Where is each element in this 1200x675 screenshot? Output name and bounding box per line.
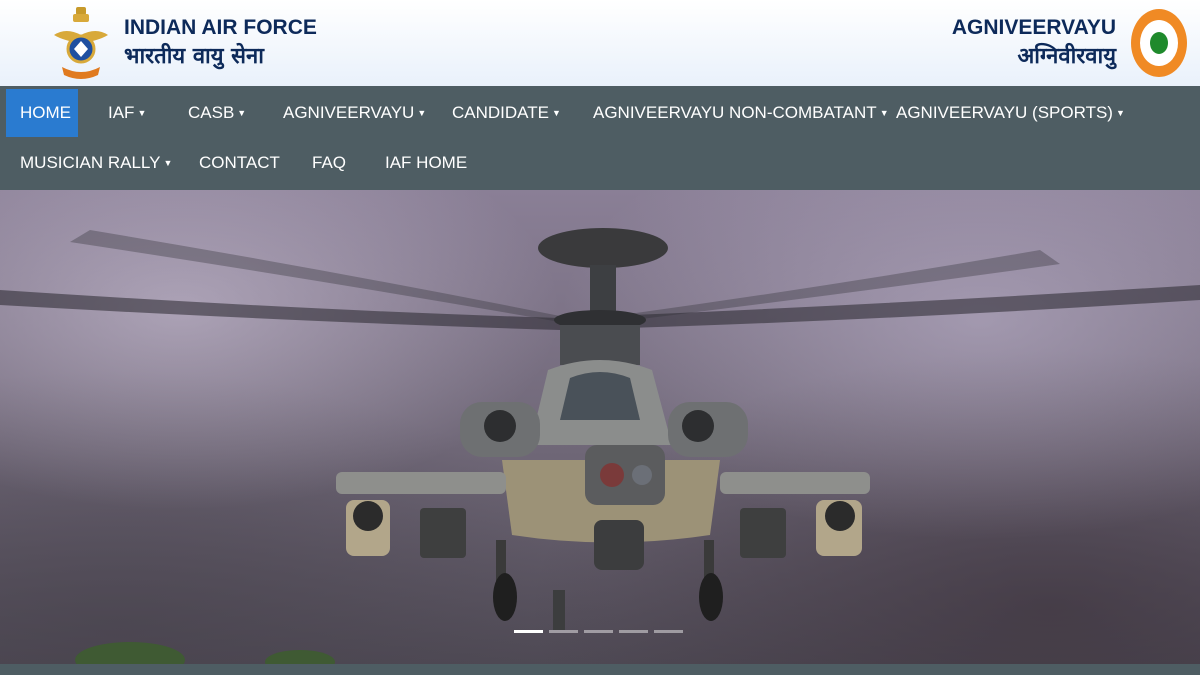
carousel-dot-5[interactable] [654, 630, 683, 633]
nav-non-combatant-label: AGNIVEERVAYU NON-COMBATANT [593, 103, 877, 122]
roundel-icon [1131, 9, 1187, 77]
nav-agniveervayu[interactable]: AGNIVEERVAYU ▼ [269, 89, 440, 137]
agniveervayu-brand: AGNIVEERVAYU अग्निवीरवायु [952, 8, 1188, 78]
nav-casb-label: CASB [188, 103, 235, 122]
nav-sports[interactable]: AGNIVEERVAYU (SPORTS) ▼ [882, 89, 1139, 137]
carousel-dot-3[interactable] [584, 630, 613, 633]
carousel-dot-1[interactable] [514, 630, 543, 633]
nav-row-primary: HOME IAF ▼ CASB ▼ AGNIVEERVAYU ▼ CANDIDATE ▼… [0, 86, 1200, 138]
nav-home[interactable]: HOME [6, 89, 78, 137]
brand-title-hi: भारतीय वायु सेना [124, 44, 264, 69]
carousel-indicators [514, 630, 683, 633]
nav-row-secondary: MUSICIAN RALLY ▼ CONTACT FAQ IAF HOME [0, 136, 1200, 188]
caret-down-icon: ▼ [551, 108, 561, 118]
nav-musician-rally[interactable]: MUSICIAN RALLY ▼ [6, 139, 186, 187]
nav-iaf[interactable]: IAF ▼ [94, 89, 160, 137]
caret-down-icon: ▼ [417, 108, 427, 118]
nav-non-combatant[interactable]: AGNIVEERVAYU NON-COMBATANT ▼ [579, 89, 903, 137]
caret-down-icon: ▼ [163, 158, 173, 168]
nav-iaf-label: IAF [108, 103, 135, 122]
caret-down-icon: ▼ [137, 108, 147, 118]
nav-casb[interactable]: CASB ▼ [174, 89, 260, 137]
brand-title-en: INDIAN AIR FORCE [124, 16, 317, 39]
nav-contact[interactable]: CONTACT [185, 139, 294, 187]
agniveervayu-title-en: AGNIVEERVAYU [951, 16, 1116, 39]
main-navigation: HOME IAF ▼ CASB ▼ AGNIVEERVAYU ▼ CANDIDATE ▼… [0, 86, 1200, 190]
carousel-dot-2[interactable] [549, 630, 578, 633]
nav-iaf-home[interactable]: IAF HOME [371, 139, 481, 187]
nav-faq[interactable]: FAQ [298, 139, 360, 187]
nav-candidate-label: CANDIDATE [452, 103, 549, 122]
iaf-emblem-icon [54, 7, 108, 79]
nav-musician-rally-label: MUSICIAN RALLY [20, 153, 161, 172]
helicopter-illustration [0, 228, 1200, 664]
nav-contact-label: CONTACT [199, 153, 280, 172]
nav-home-label: HOME [20, 103, 71, 122]
nav-faq-label: FAQ [312, 153, 347, 172]
agniveervayu-title-hi: अग्निवीरवायु [1017, 44, 1116, 69]
hero-carousel[interactable] [0, 190, 1200, 664]
nav-iaf-home-label: IAF HOME [385, 153, 468, 172]
caret-down-icon: ▼ [237, 108, 247, 118]
nav-agniveervayu-label: AGNIVEERVAYU [283, 103, 415, 122]
nav-sports-label: AGNIVEERVAYU (SPORTS) [896, 103, 1113, 122]
brand-home-link[interactable]: INDIAN AIR FORCE भारतीय वायु सेना [52, 5, 317, 81]
nav-candidate[interactable]: CANDIDATE ▼ [438, 89, 575, 137]
carousel-dot-4[interactable] [619, 630, 648, 633]
caret-down-icon: ▼ [1115, 108, 1125, 118]
site-header: INDIAN AIR FORCE भारतीय वायु सेना AGNIVE… [0, 0, 1200, 86]
bottom-strip [0, 664, 1200, 675]
